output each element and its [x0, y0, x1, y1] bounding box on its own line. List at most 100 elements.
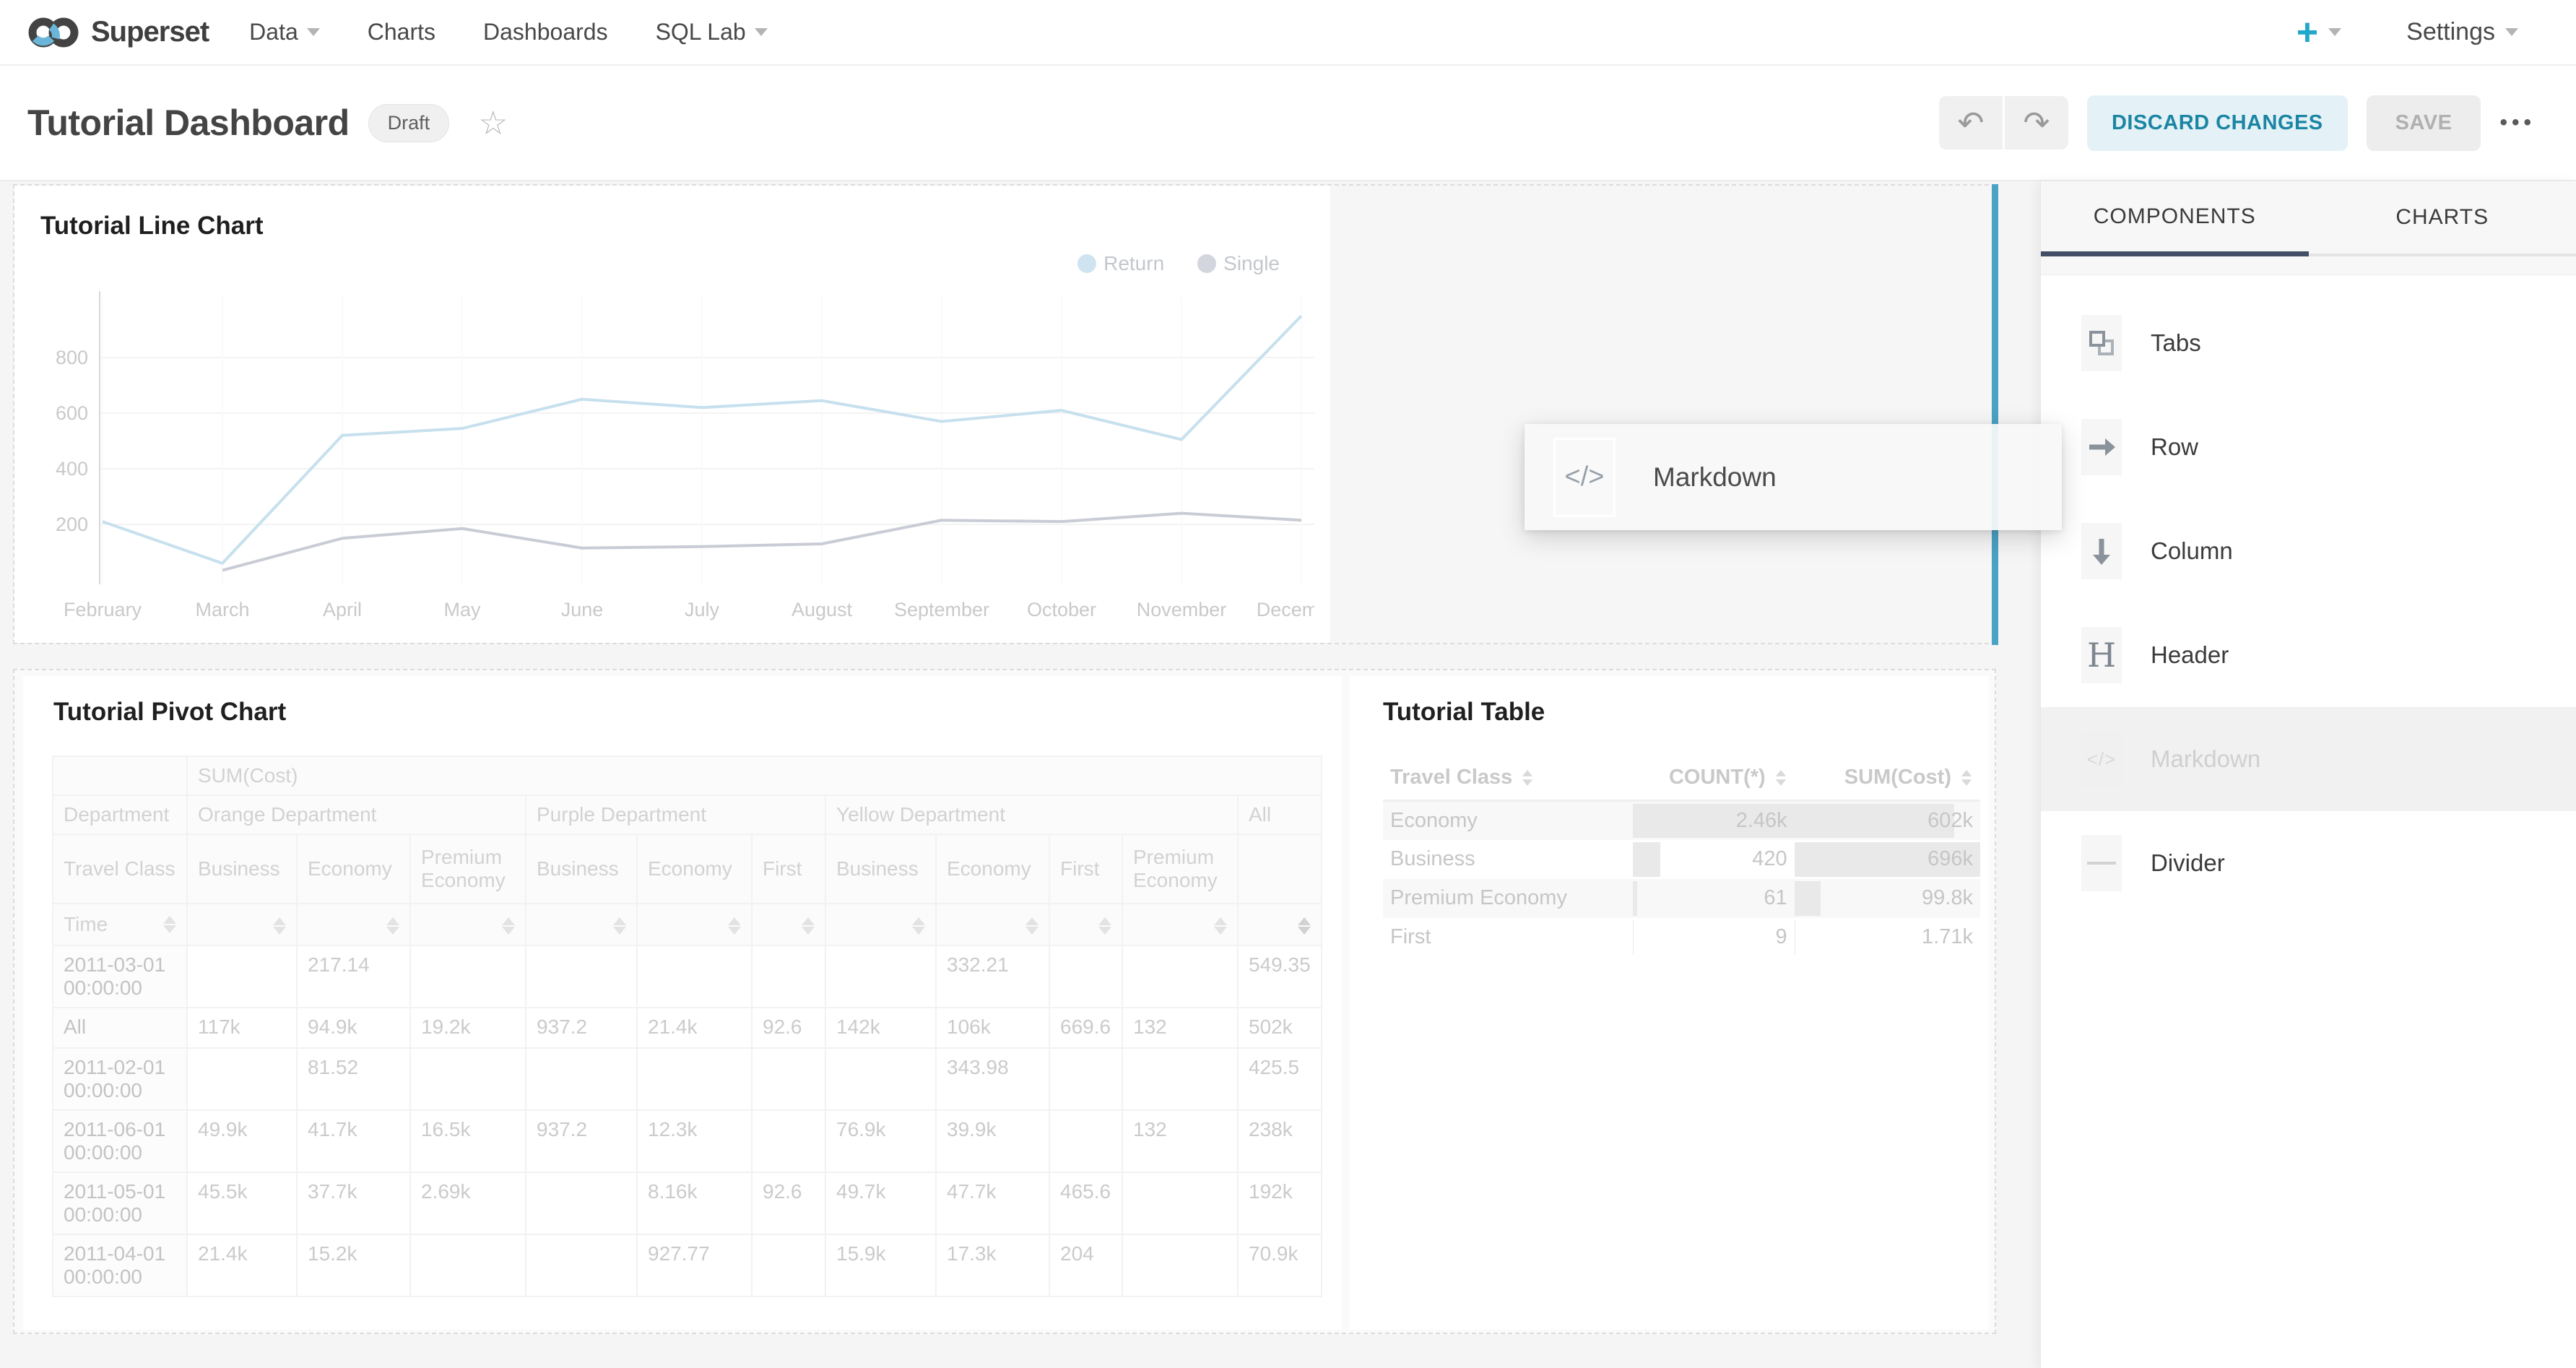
sort-icon[interactable]: [728, 917, 741, 935]
legend-item-return[interactable]: Return: [1077, 252, 1164, 275]
nav-item-sql-lab[interactable]: SQL Lab: [656, 19, 768, 46]
pivot-cell: [1122, 1234, 1238, 1296]
pivot-travel-class-header: Business: [825, 834, 936, 904]
pivot-cell: 425.5: [1238, 1048, 1322, 1110]
pivot-travel-class-header: Premium Economy: [1122, 834, 1238, 904]
dashboard-row-1[interactable]: Tutorial Line Chart ReturnSingle 2004006…: [13, 184, 1996, 644]
more-options-icon[interactable]: •••: [2499, 111, 2536, 135]
sort-icon[interactable]: [273, 917, 286, 935]
pivot-travel-class-header: Economy: [936, 834, 1049, 904]
line-chart-panel[interactable]: Tutorial Line Chart ReturnSingle 2004006…: [14, 186, 1330, 643]
pivot-cell: [526, 1048, 637, 1110]
table-cell-travel-class: Business: [1383, 840, 1633, 879]
svg-text:July: July: [685, 599, 720, 620]
series-single-line: [222, 514, 1301, 571]
pivot-metric-header: SUM(Cost): [187, 756, 1322, 795]
pivot-cell: 502k: [1238, 1008, 1322, 1048]
pivot-row-label: All: [53, 1008, 187, 1048]
sidebar-item-markdown[interactable]: </>Markdown: [2041, 707, 2576, 811]
nav-item-dashboards[interactable]: Dashboards: [483, 19, 608, 46]
sidebar-item-header[interactable]: HHeader: [2041, 603, 2576, 707]
pivot-cell: 41.7k: [297, 1110, 410, 1172]
pivot-cell: 332.21: [936, 945, 1049, 1008]
pivot-cell: 92.6: [752, 1172, 825, 1234]
sidebar-item-label: Markdown: [2151, 745, 2260, 773]
pivot-cell: 142k: [825, 1008, 936, 1048]
nav-item-data[interactable]: Data: [249, 19, 320, 46]
sort-icon[interactable]: [912, 917, 925, 935]
dragged-markdown-component[interactable]: </> Markdown: [1525, 424, 2062, 530]
svg-text:October: October: [1027, 599, 1096, 620]
tab-charts[interactable]: CHARTS: [2309, 181, 2576, 256]
builder-sidebar: COMPONENTSCHARTS TabsRowColumnHHeader</>…: [2040, 181, 2576, 1368]
cell-bar: [1633, 881, 1637, 916]
pivot-cell: [752, 945, 825, 1008]
sidebar-item-divider[interactable]: Divider: [2041, 811, 2576, 915]
pivot-travel-class-header: First: [752, 834, 825, 904]
table-cell-count: 61: [1633, 879, 1794, 918]
discard-changes-button[interactable]: DISCARD CHANGES: [2087, 95, 2348, 151]
pivot-cell: 15.2k: [297, 1234, 410, 1296]
pivot-cell: 70.9k: [1238, 1234, 1322, 1296]
superset-logo[interactable]: Superset: [26, 12, 209, 53]
chart-title: Tutorial Pivot Chart: [53, 698, 286, 727]
sort-icon[interactable]: [1298, 917, 1311, 935]
chart-title: Tutorial Table: [1383, 698, 1545, 727]
pivot-travel-class-header: Economy: [637, 834, 752, 904]
drop-indicator-line: [1992, 184, 1998, 645]
pivot-row: 2011-06-01 00:00:0049.9k41.7k16.5k937.21…: [53, 1110, 1322, 1172]
redo-icon: ↷: [2024, 105, 2050, 142]
new-item-button[interactable]: +: [2297, 14, 2341, 51]
pivot-travel-class-header: Economy: [297, 834, 410, 904]
tab-components[interactable]: COMPONENTS: [2041, 181, 2309, 256]
sort-icon[interactable]: [163, 916, 176, 933]
favorite-star-icon[interactable]: ☆: [478, 103, 508, 142]
pivot-cell: 117k: [187, 1008, 297, 1048]
sort-icon[interactable]: [386, 917, 399, 935]
pivot-chart-panel[interactable]: Tutorial Pivot Chart SUM(Cost)Department…: [23, 676, 1342, 1330]
sidebar-tabs-strip: [2041, 256, 2576, 275]
table-chart-panel[interactable]: Tutorial Table Travel ClassCOUNT(*)SUM(C…: [1349, 676, 1989, 1330]
pivot-cell: 927.77: [637, 1234, 752, 1296]
settings-menu[interactable]: Settings: [2406, 18, 2518, 46]
nav-item-charts[interactable]: Charts: [368, 19, 435, 46]
tabs-icon: [2089, 331, 2114, 355]
pivot-cell: [1049, 945, 1122, 1008]
settings-label: Settings: [2406, 18, 2495, 46]
drag-card-label: Markdown: [1653, 462, 1777, 493]
pivot-cell: [752, 1048, 825, 1110]
pivot-cell: 549.35: [1238, 945, 1322, 1008]
sort-icon[interactable]: [1214, 917, 1227, 935]
sort-icon[interactable]: [1025, 917, 1038, 935]
pivot-cell: 92.6: [752, 1008, 825, 1048]
sidebar-item-tabs[interactable]: Tabs: [2041, 291, 2576, 395]
save-button[interactable]: SAVE: [2367, 95, 2481, 151]
pivot-row-label: 2011-05-01 00:00:00: [53, 1172, 187, 1234]
sidebar-item-column[interactable]: Column: [2041, 499, 2576, 603]
pivot-department-header: Yellow Department: [825, 795, 1238, 834]
top-navbar: Superset Data Charts Dashboards SQL Lab + S…: [0, 0, 2576, 66]
table-header-travel-class[interactable]: Travel Class: [1383, 756, 1633, 801]
pivot-department-header: All: [1238, 795, 1322, 834]
sidebar-item-row[interactable]: Row: [2041, 395, 2576, 499]
table-cell-travel-class: First: [1383, 918, 1633, 957]
sort-icon[interactable]: [613, 917, 626, 935]
undo-button[interactable]: ↶: [1939, 96, 2003, 150]
undo-icon: ↶: [1958, 105, 1985, 142]
sort-icon[interactable]: [502, 917, 515, 935]
pivot-cell: [752, 1234, 825, 1296]
pivot-cell: 238k: [1238, 1110, 1322, 1172]
table-header-count-[interactable]: COUNT(*): [1633, 756, 1794, 801]
page-title: Tutorial Dashboard: [27, 102, 350, 144]
pivot-row-label: 2011-06-01 00:00:00: [53, 1110, 187, 1172]
table-header-sum-cost-[interactable]: SUM(Cost): [1795, 756, 1980, 801]
redo-button[interactable]: ↷: [2005, 96, 2068, 150]
sort-icon[interactable]: [1098, 917, 1111, 935]
svg-text:March: March: [195, 599, 249, 620]
sort-icon[interactable]: [802, 917, 815, 935]
dashboard-row-2[interactable]: Tutorial Pivot Chart SUM(Cost)Department…: [13, 669, 1996, 1334]
row-icon: [2086, 432, 2117, 462]
legend-item-single[interactable]: Single: [1197, 252, 1280, 275]
cell-bar: [1633, 842, 1660, 877]
infinity-logo-icon: [26, 12, 81, 53]
